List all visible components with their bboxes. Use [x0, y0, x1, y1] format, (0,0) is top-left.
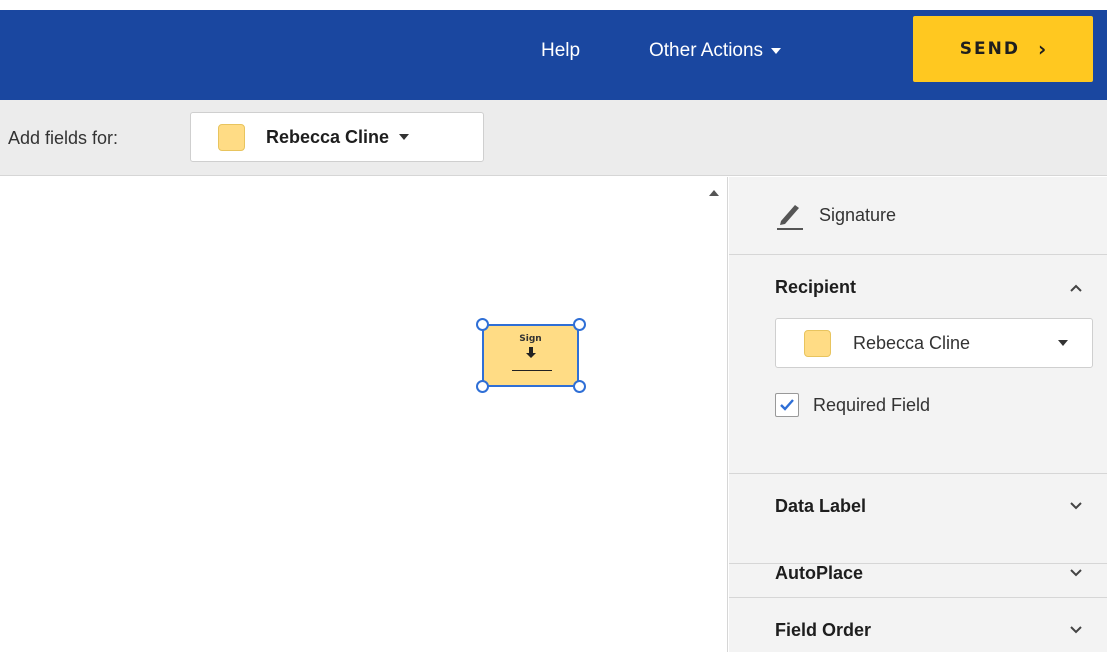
- caret-down-icon: [399, 134, 410, 140]
- chevron-down-icon: [1070, 626, 1082, 634]
- help-link[interactable]: Help: [541, 40, 580, 62]
- chevron-right-icon: ›: [1037, 37, 1047, 61]
- chevron-down-icon: [1070, 569, 1082, 577]
- field-type-header: Signature: [729, 177, 1107, 255]
- data-label-section[interactable]: Data Label: [729, 474, 1107, 564]
- scroll-up-icon[interactable]: [709, 190, 719, 196]
- recipient-color-swatch: [804, 329, 831, 357]
- pen-icon: [777, 204, 803, 230]
- resize-handle-top-left[interactable]: [476, 318, 489, 331]
- signature-line: [512, 370, 552, 371]
- other-actions-menu[interactable]: Other Actions: [649, 40, 782, 62]
- recipient-title: Recipient: [775, 277, 857, 297]
- signature-field[interactable]: Sign: [482, 324, 579, 387]
- field-properties-panel: Signature Recipient Rebecca Cline Requir…: [729, 177, 1107, 652]
- chevron-up-icon[interactable]: [1069, 283, 1083, 293]
- recipient-dropdown[interactable]: Rebecca Cline: [775, 318, 1093, 368]
- recipient-color-swatch: [218, 123, 245, 151]
- add-fields-label: Add fields for:: [8, 128, 119, 148]
- other-actions-label: Other Actions: [649, 40, 764, 61]
- recipient-selector[interactable]: Rebecca Cline: [190, 112, 484, 162]
- download-arrow-icon: [484, 346, 577, 364]
- caret-down-icon: [1058, 340, 1068, 346]
- required-field-label: Required Field: [813, 394, 931, 415]
- recipient-name: Rebecca Cline: [266, 126, 390, 147]
- resize-handle-bottom-left[interactable]: [476, 380, 489, 393]
- resize-handle-bottom-right[interactable]: [573, 380, 586, 393]
- sign-label: Sign: [519, 334, 542, 344]
- recipient-dropdown-value: Rebecca Cline: [853, 332, 971, 353]
- caret-down-icon: [771, 48, 782, 54]
- recipient-section: Recipient Rebecca Cline Required Field: [729, 255, 1107, 474]
- chevron-down-icon: [1070, 502, 1082, 510]
- data-label-title: Data Label: [775, 496, 867, 516]
- vertical-scrollbar[interactable]: [700, 177, 728, 652]
- field-type-label: Signature: [819, 205, 897, 225]
- checkmark-icon: [780, 399, 794, 411]
- add-fields-bar: Add fields for: Rebecca Cline: [0, 100, 1107, 176]
- autoplace-title: AutoPlace: [775, 563, 864, 583]
- send-button[interactable]: SEND ›: [913, 16, 1093, 82]
- required-field-checkbox-row[interactable]: Required Field: [775, 393, 930, 417]
- required-field-checkbox[interactable]: [775, 393, 799, 417]
- top-nav-bar: Help Other Actions SEND ›: [0, 0, 1107, 100]
- field-order-title: Field Order: [775, 620, 872, 640]
- field-order-section[interactable]: Field Order: [729, 598, 1107, 652]
- document-canvas[interactable]: [0, 177, 700, 652]
- autoplace-section[interactable]: AutoPlace: [729, 563, 1107, 598]
- resize-handle-top-right[interactable]: [573, 318, 586, 331]
- send-label: SEND: [959, 39, 1020, 59]
